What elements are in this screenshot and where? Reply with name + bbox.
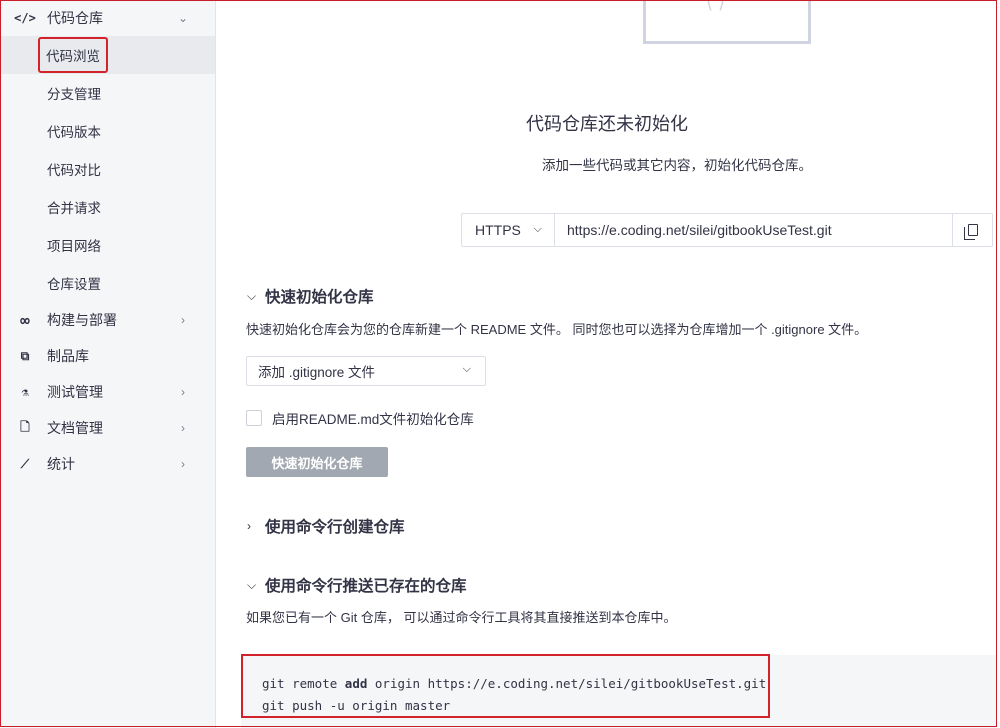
- cli-push-desc: 如果您已有一个 Git 仓库， 可以通过命令行工具将其直接推送到本仓库中。: [246, 610, 677, 625]
- flask-icon: ⚗: [21, 385, 29, 399]
- code-highlight-box: [241, 654, 770, 718]
- sidebar-item-compare[interactable]: 代码对比: [1, 150, 215, 188]
- chevron-right-icon: ›: [247, 519, 251, 533]
- main-content: ⟨ ⟩ 代码仓库还未初始化 添加一些代码或其它内容，初始化代码仓库。 HTTPS…: [217, 0, 997, 728]
- section-title: 使用命令行推送已存在的仓库: [265, 578, 467, 595]
- quick-init-desc: 快速初始化仓库会为您的仓库新建一个 README 文件。 同时您也可以选择为仓库…: [246, 322, 868, 337]
- copy-button[interactable]: [952, 214, 992, 246]
- sidebar-item-branches[interactable]: 分支管理: [1, 74, 215, 112]
- section-title: 使用命令行创建仓库: [265, 519, 405, 536]
- chevron-right-icon: ›: [181, 385, 185, 399]
- chevron-down-icon: ⌄: [177, 11, 189, 25]
- sidebar-group-docs[interactable]: 🗋 文档管理 ›: [1, 410, 215, 446]
- sidebar-item-repo-settings[interactable]: 仓库设置: [1, 264, 215, 302]
- clone-url-field[interactable]: https://e.coding.net/silei/gitbookUseTes…: [555, 214, 952, 246]
- copy-icon: [963, 224, 978, 240]
- sidebar-group-artifacts[interactable]: ⧉ 制品库: [1, 338, 215, 374]
- sidebar-item-versions[interactable]: 代码版本: [1, 112, 215, 150]
- sidebar-item-label: 代码版本: [47, 125, 101, 140]
- sidebar-group-ci[interactable]: ∞ 构建与部署 ›: [1, 302, 215, 338]
- quick-init-heading[interactable]: ⌵ 快速初始化仓库: [247, 285, 374, 307]
- chevron-down-icon: ⌵: [247, 288, 257, 303]
- sidebar-group-label: 代码仓库: [47, 10, 103, 26]
- chevron-down-icon: ⌵: [462, 363, 471, 375]
- chart-icon: ⟋: [20, 456, 30, 471]
- empty-state-desc: 添加一些代码或其它内容，初始化代码仓库。: [542, 158, 812, 173]
- quick-init-button[interactable]: 快速初始化仓库: [246, 447, 388, 477]
- clone-url-bar: HTTPS ⌵ https://e.coding.net/silei/gitbo…: [461, 213, 993, 247]
- empty-repo-illustration: ⟨ ⟩: [643, 0, 811, 44]
- sidebar-group-label: 测试管理: [47, 384, 103, 400]
- chevron-right-icon: ›: [181, 457, 185, 471]
- protocol-select[interactable]: HTTPS ⌵: [462, 214, 555, 246]
- sidebar-item-code-browse[interactable]: 代码浏览: [1, 36, 215, 74]
- document-icon: 🗋: [20, 419, 30, 434]
- cli-create-heading[interactable]: › 使用命令行创建仓库: [247, 515, 405, 537]
- gitignore-select-value: 添加 .gitignore 文件: [258, 365, 376, 380]
- sidebar-item-network[interactable]: 项目网络: [1, 226, 215, 264]
- cli-push-heading[interactable]: ⌵ 使用命令行推送已存在的仓库: [247, 574, 467, 596]
- chevron-right-icon: ›: [181, 313, 185, 327]
- sidebar-group-label: 文档管理: [47, 420, 103, 436]
- readme-checkbox-row: 启用README.md文件初始化仓库: [246, 408, 474, 428]
- section-title: 快速初始化仓库: [265, 289, 374, 306]
- sidebar-group-stats[interactable]: ⟋ 统计 ›: [1, 446, 215, 482]
- empty-state-title: 代码仓库还未初始化: [526, 114, 688, 134]
- protocol-value: HTTPS: [475, 222, 521, 238]
- gitignore-select[interactable]: 添加 .gitignore 文件 ⌵: [246, 356, 486, 386]
- sidebar-group-repo[interactable]: </> 代码仓库 ⌄: [1, 0, 215, 36]
- sidebar-group-label: 构建与部署: [47, 312, 117, 328]
- package-icon: ⧉: [20, 348, 30, 363]
- infinity-icon: ∞: [20, 310, 30, 330]
- sidebar-item-label: 项目网络: [47, 239, 101, 254]
- readme-checkbox-label[interactable]: 启用README.md文件初始化仓库: [272, 408, 474, 428]
- chevron-down-icon: ⌵: [533, 223, 542, 235]
- chevron-down-icon: ⌵: [247, 577, 257, 592]
- sidebar-group-label: 统计: [47, 456, 75, 472]
- sidebar-item-label: 仓库设置: [47, 277, 101, 292]
- sidebar-group-testing[interactable]: ⚗ 测试管理 ›: [1, 374, 215, 410]
- sidebar-group-label: 制品库: [47, 348, 89, 364]
- sidebar-item-label: 代码对比: [47, 163, 101, 178]
- sidebar-item-label: 代码浏览: [38, 37, 108, 73]
- sidebar: </> 代码仓库 ⌄ 代码浏览 分支管理 代码版本 代码对比 合并请求 项目网络…: [1, 0, 216, 728]
- sidebar-item-merge-requests[interactable]: 合并请求: [1, 188, 215, 226]
- sidebar-item-label: 分支管理: [47, 87, 101, 102]
- sidebar-item-label: 合并请求: [47, 201, 101, 216]
- readme-checkbox[interactable]: [246, 410, 262, 426]
- chevron-right-icon: ›: [181, 421, 185, 435]
- code-icon: </>: [14, 11, 36, 25]
